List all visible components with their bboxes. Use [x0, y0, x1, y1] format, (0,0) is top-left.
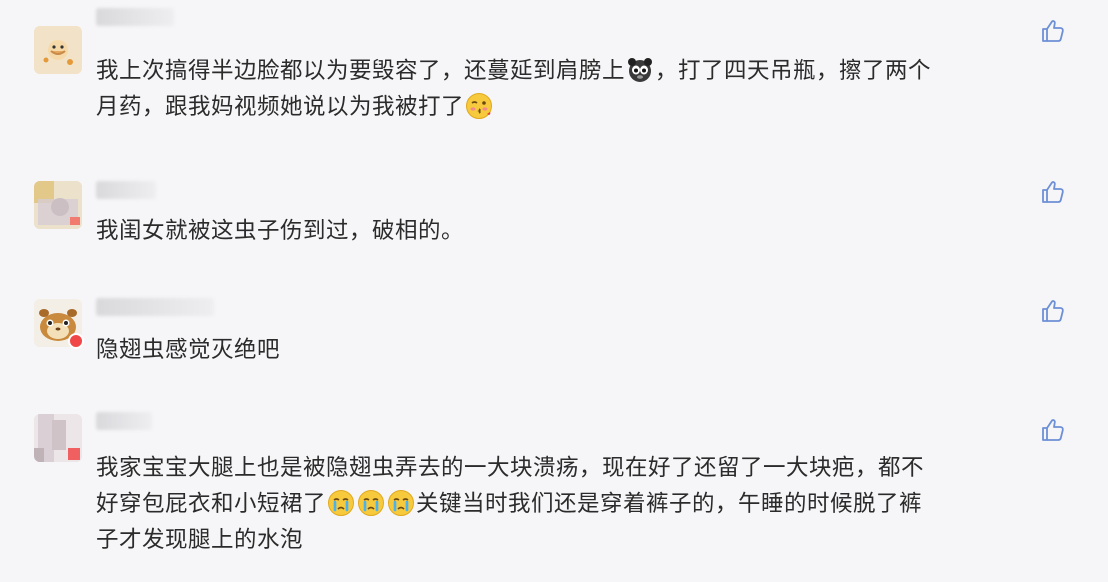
crying-face-icon — [327, 489, 355, 517]
comment-text-line: 好穿包屁衣和小短裙了 — [96, 491, 327, 517]
comment-text-line: ，打了四天吊瓶，擦了两个 — [655, 58, 932, 84]
comment-text-line: 月药，跟我妈视频她说以为我被打了 — [96, 94, 465, 120]
thumbs-up-icon[interactable] — [1040, 18, 1066, 44]
comment-text-line: 子才发现腿上的水泡 — [96, 527, 304, 553]
thumbs-up-icon[interactable] — [1040, 179, 1066, 205]
comment-text: 我家宝宝大腿上也是被隐翅虫弄去的一大块溃疡，现在好了还留了一大块疤，都不 好穿包… — [96, 450, 1068, 558]
comment-item-3: 隐翅虫感觉灭绝吧 — [0, 270, 1108, 390]
comment-text: 我上次搞得半边脸都以为要毁容了，还蔓延到肩膀上 ，打了四天吊瓶，擦了两个 月药，跟… — [96, 53, 1068, 125]
thumbs-up-icon[interactable] — [1040, 417, 1066, 443]
avatar[interactable] — [34, 414, 82, 462]
comment-list-page: { "comments": [ { "text_line1_a": "我上次搞得… — [0, 0, 1108, 582]
comment-text: 我闺女就被这虫子伤到过，破相的。 — [96, 213, 1068, 249]
comment-text-line: 隐翅虫感觉灭绝吧 — [96, 337, 281, 363]
avatar[interactable] — [34, 181, 82, 229]
status-badge — [68, 333, 84, 349]
avatar-image — [34, 181, 82, 229]
username-blurred[interactable] — [96, 8, 174, 26]
username-blurred[interactable] — [96, 298, 214, 316]
comment-text: 隐翅虫感觉灭绝吧 — [96, 332, 1068, 368]
username-blurred[interactable] — [96, 412, 152, 430]
avatar-image — [34, 26, 82, 74]
crying-face-icon — [387, 489, 415, 517]
kiss-face-icon — [466, 93, 493, 119]
panda-face-icon — [628, 58, 653, 82]
crying-face-icon — [357, 489, 385, 517]
comment-item-1: 我上次搞得半边脸都以为要毁容了，还蔓延到肩膀上 ，打了四天吊瓶，擦了两个 月药，跟… — [0, 0, 1108, 150]
comment-item-2: 我闺女就被这虫子伤到过，破相的。 — [0, 150, 1108, 270]
avatar-image — [34, 414, 82, 462]
thumbs-up-icon[interactable] — [1040, 298, 1066, 324]
comment-text-line: 我上次搞得半边脸都以为要毁容了，还蔓延到肩膀上 — [96, 58, 626, 84]
comment-text-line: 我闺女就被这虫子伤到过，破相的。 — [96, 218, 465, 244]
avatar[interactable] — [34, 26, 82, 74]
username-blurred[interactable] — [96, 181, 156, 199]
comment-text-line: 关键当时我们还是穿着裤子的，午睡的时候脱了裤 — [416, 491, 923, 517]
avatar[interactable] — [34, 299, 84, 349]
comment-item-4: 我家宝宝大腿上也是被隐翅虫弄去的一大块溃疡，现在好了还留了一大块疤，都不 好穿包… — [0, 390, 1108, 582]
comment-text-line: 我家宝宝大腿上也是被隐翅虫弄去的一大块溃疡，现在好了还留了一大块疤，都不 — [96, 455, 925, 481]
